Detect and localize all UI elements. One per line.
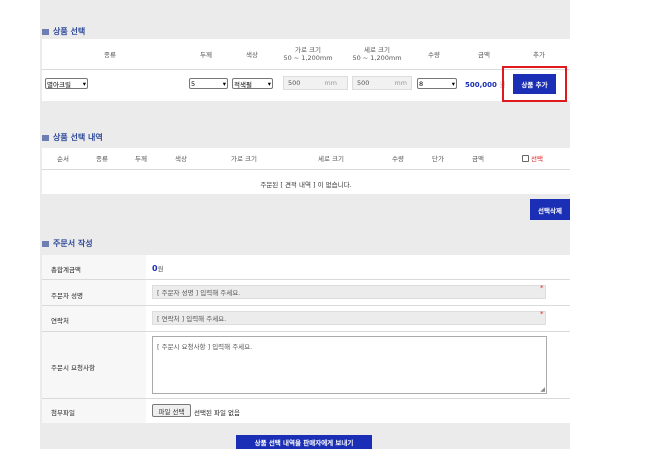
order-form-title-text: 주문서 작성	[53, 239, 93, 248]
section-square-icon	[42, 28, 49, 35]
header-height: 세로 크기 50 ~ 1,200mm	[352, 46, 402, 62]
height-input-value: 500	[357, 79, 370, 87]
header-thickness: 두께	[200, 51, 212, 59]
chevron-down-icon: ▾	[222, 79, 226, 88]
chevron-down-icon: ▾	[82, 79, 86, 88]
divider	[42, 398, 570, 399]
list-header-color: 색상	[175, 155, 187, 163]
divider	[42, 169, 570, 170]
list-header-type: 종류	[96, 155, 108, 163]
color-select-value: 적색펄	[234, 80, 252, 89]
header-price: 금액	[478, 51, 490, 59]
product-select-title-text: 상품 선택	[53, 27, 86, 36]
list-header-height: 세로 크기	[318, 155, 344, 163]
color-select[interactable]: 적색펄 ▾	[232, 78, 273, 89]
empty-message: 주문된 [ 견적 내역 ] 이 없습니다.	[260, 181, 352, 189]
total-label: 총합계금액	[51, 266, 81, 274]
select-all[interactable]: 선택	[522, 153, 543, 163]
width-input[interactable]: 500 mm	[283, 76, 348, 90]
name-label: 주문자 성명	[51, 292, 83, 300]
chevron-down-icon: ▾	[451, 79, 455, 88]
thickness-select[interactable]: 5 ▾	[189, 78, 228, 89]
divider	[42, 279, 570, 280]
section-square-icon	[42, 240, 49, 247]
type-select-value: 멸아크릴	[47, 80, 71, 89]
list-header-amount: 금액	[472, 155, 484, 163]
total-value: 0원	[152, 263, 164, 273]
file-select-button[interactable]: 파일 선택	[152, 404, 191, 417]
resize-handle-icon[interactable]: ◢	[540, 386, 545, 393]
height-unit: mm	[394, 79, 407, 87]
required-star-icon: *	[540, 310, 544, 318]
list-header-unit-price: 단가	[432, 155, 444, 163]
attach-label: 첨부파일	[51, 409, 75, 417]
list-header-width: 가로 크기	[231, 155, 257, 163]
header-height-range: 50 ~ 1,200mm	[352, 54, 402, 62]
name-input[interactable]: [ 주문자 성명 ] 입력해 주세요.	[152, 285, 546, 299]
page: 상품 선택 종류 두께 색상 가로 크기 50 ~ 1,200mm 세로 크기 …	[0, 0, 650, 449]
width-input-value: 500	[288, 79, 301, 87]
delete-selected-button[interactable]: 선택삭제	[530, 199, 570, 220]
thickness-select-value: 5	[191, 79, 196, 88]
qty-select-value: 8	[419, 79, 424, 88]
order-form-title: 주문서 작성	[42, 238, 93, 249]
submit-order-button[interactable]: 상품 선택 내역을 판매자에게 보내기	[236, 435, 372, 449]
divider	[42, 69, 570, 70]
selection-list-title: 상품 선택 내역	[42, 132, 103, 143]
list-header-qty: 수량	[392, 155, 404, 163]
add-product-button[interactable]: 상품 추가	[513, 74, 556, 94]
chevron-down-icon: ▾	[267, 79, 271, 88]
header-add: 추가	[533, 51, 545, 59]
select-all-label: 선택	[531, 155, 543, 163]
list-header-order: 순서	[57, 155, 69, 163]
selection-list-title-text: 상품 선택 내역	[53, 133, 103, 142]
width-unit: mm	[324, 79, 337, 87]
total-unit: 원	[157, 265, 164, 273]
height-input[interactable]: 500 mm	[352, 76, 412, 90]
header-color: 색상	[246, 51, 258, 59]
header-width-label: 가로 크기	[295, 46, 321, 54]
divider	[42, 305, 570, 306]
price-amount: 500,000	[465, 81, 497, 89]
request-textarea[interactable]: [ 주문시 요청사항 ] 입력해 주세요. ◢	[152, 336, 547, 394]
contact-input[interactable]: [ 연락처 ] 입력해 주세요.	[152, 311, 546, 325]
price-value: 500,000 원	[465, 80, 506, 90]
request-placeholder: [ 주문시 요청사항 ] 입력해 주세요.	[157, 343, 253, 351]
select-all-checkbox[interactable]	[522, 154, 529, 162]
header-type: 종류	[104, 51, 116, 59]
contact-label: 연락처	[51, 317, 69, 325]
type-select[interactable]: 멸아크릴 ▾	[45, 78, 88, 89]
header-width: 가로 크기 50 ~ 1,200mm	[283, 46, 333, 62]
qty-select[interactable]: 8 ▾	[417, 78, 457, 89]
header-height-label: 세로 크기	[364, 46, 390, 54]
required-star-icon: *	[540, 284, 544, 292]
section-square-icon	[42, 134, 49, 141]
header-qty: 수량	[428, 51, 440, 59]
list-header-thickness: 두께	[135, 155, 147, 163]
product-select-title: 상품 선택	[42, 26, 85, 37]
request-label: 주문시 요청사항	[51, 364, 95, 372]
header-width-range: 50 ~ 1,200mm	[283, 54, 333, 62]
file-status: 선택된 파일 없음	[194, 409, 240, 417]
divider	[42, 331, 570, 332]
